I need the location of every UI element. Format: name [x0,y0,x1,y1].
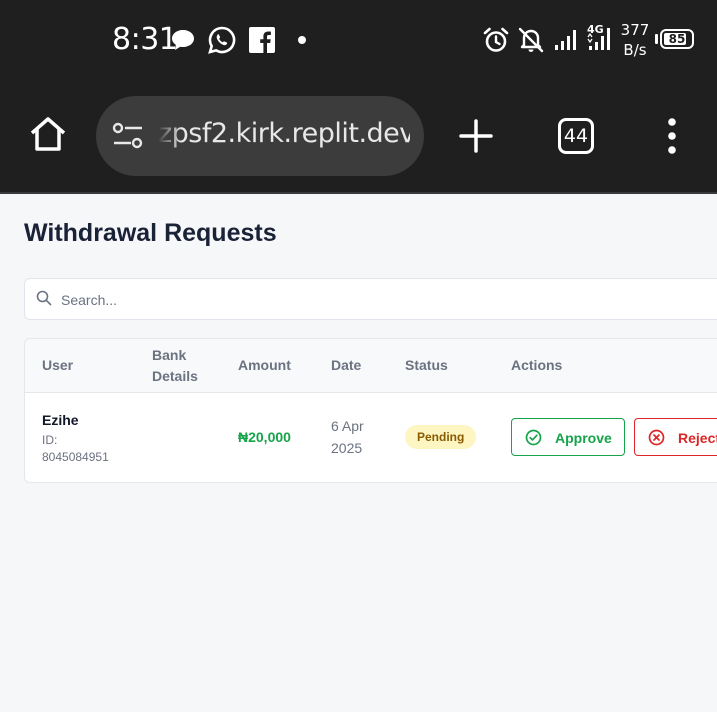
new-tab-plus-icon[interactable] [458,118,494,159]
column-header-amount: Amount [238,357,291,373]
approve-label: Approve [555,430,612,446]
overflow-menu-icon[interactable] [666,118,678,159]
url-bar[interactable]: zpsf2.kirk.replit.dev [96,96,424,176]
column-header-user: User [42,357,74,373]
status-bar: 8:31 4G 377 B/s 85 [0,0,717,80]
reject-label: Reject [678,430,717,446]
bell-off-icon [517,26,545,59]
browser-toolbar: zpsf2.kirk.replit.dev 44 [0,80,717,194]
date-cell: 6 Apr 2025 [331,418,364,456]
notification-dot-icon [298,36,306,44]
status-badge: Pending [405,425,477,449]
tab-count: 44 [563,125,589,147]
signal-icon [554,28,580,57]
battery-tip [655,34,658,44]
battery-icon: 85 [660,29,694,49]
user-cell: Ezihe ID: 8045084951 [42,409,109,466]
column-header-actions: Actions [511,357,563,373]
reject-button[interactable]: Reject [634,418,717,456]
amount-cell: ₦20,000 [238,429,291,445]
chat-bubble-icon [170,28,196,57]
x-circle-icon [648,429,665,449]
user-id-label: ID: [42,433,58,447]
withdrawals-table: User Bank Details Amount Date Status Act… [24,338,717,483]
column-header-status: Status [405,357,448,373]
search-box[interactable] [24,278,717,320]
facebook-icon [249,27,275,58]
home-icon[interactable] [28,114,68,159]
battery-level: 85 [668,32,686,46]
column-header-bank-details: Bank Details [152,347,198,384]
network-speed: 377 B/s [618,20,652,60]
check-circle-icon [525,429,542,449]
network-speed-value: 377 [620,21,650,39]
tabs-icon[interactable]: 44 [558,118,594,154]
whatsapp-icon [207,25,237,60]
signal-4g-icon: 4G [586,22,616,57]
network-speed-unit: B/s [623,41,647,59]
search-input[interactable] [59,288,663,312]
table-header: User Bank Details Amount Date Status Act… [25,339,717,393]
url-text[interactable]: zpsf2.kirk.replit.dev [158,118,410,149]
site-settings-icon[interactable] [112,122,144,155]
user-id: 8045084951 [42,450,109,464]
user-name: Ezihe [42,412,79,428]
approve-button[interactable]: Approve [511,418,625,456]
page-title: Withdrawal Requests [24,219,277,247]
column-header-date: Date [331,357,362,373]
search-icon [36,290,52,311]
alarm-icon [482,26,510,59]
url-fade [158,112,182,160]
status-time: 8:31 [112,22,178,57]
